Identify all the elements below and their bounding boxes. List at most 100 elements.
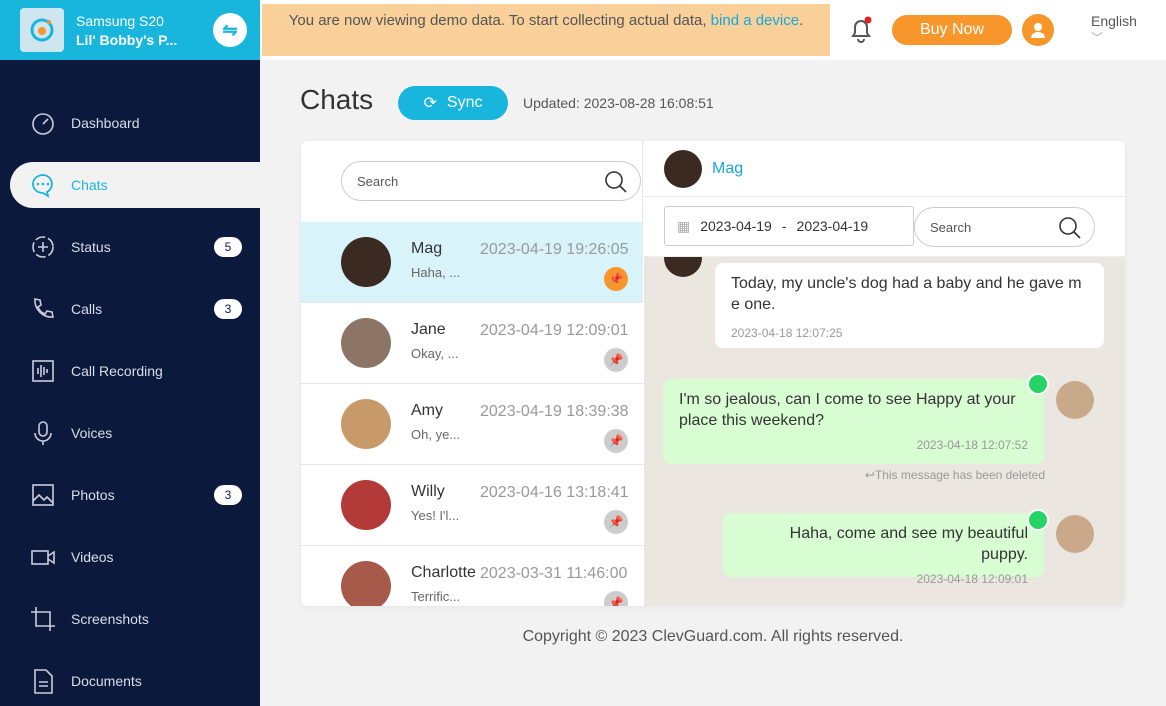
language-select[interactable]: English ﹀ [1091,13,1137,46]
sidebar-item-label: Screenshots [71,611,149,627]
sidebar-item-label: Calls [71,301,103,317]
phone-icon [34,298,54,318]
message-search-input[interactable]: Search [914,207,1095,247]
sidebar-item-calls[interactable]: Calls 3 [10,286,260,332]
message-area: Today, my uncle's dog had a baby and he … [644,257,1125,606]
contact-name: Mag [411,240,443,257]
chat-search-input[interactable]: Search [341,161,641,201]
chat-bubble-icon [32,174,53,198]
search-placeholder: Search [930,219,972,235]
chat-list-item[interactable]: Amy Oh, ye... 2023-04-19 18:39:38 📌 [301,384,643,465]
user-avatar [1056,381,1094,419]
footer-copyright: Copyright © 2023 ClevGuard.com. All righ… [522,628,904,645]
microphone-icon [34,421,52,445]
sidebar-item-videos[interactable]: Videos [10,534,260,580]
image-icon [32,484,54,506]
sidebar-item-photos[interactable]: Photos 3 [10,472,260,518]
device-header: Samsung S20 Lil' Bobby's P... ⇋ [0,0,260,60]
sidebar-item-documents[interactable]: Documents [10,658,260,704]
contact-name: Mag [712,159,744,177]
updated-time: Updated: 2023-08-28 16:08:51 [523,95,714,111]
contact-avatar [341,561,391,606]
sidebar-item-label: Documents [71,673,142,689]
count-badge: 3 [214,299,242,319]
message-preview: Okay, ... [411,346,459,361]
gauge-icon [32,113,54,135]
message-time: 2023-04-18 12:07:52 [916,438,1028,452]
pin-icon[interactable]: 📌 [604,429,628,453]
sidebar-item-chats[interactable]: Chats [10,162,260,208]
chat-list-item[interactable]: Charlotte Terrific... 2023-03-31 11:46:00 📌 [301,546,643,606]
chevron-down-icon: ﹀ [1091,31,1104,45]
user-avatar-icon[interactable] [1022,14,1054,46]
search-icon[interactable] [604,170,628,197]
outgoing-message: Haha, come and see my beautiful puppy. 20… [723,513,1044,586]
pin-icon[interactable]: 📌 [604,591,628,606]
sidebar-item-dashboard[interactable]: Dashboard [10,100,260,146]
contact-name: Jane [411,321,446,338]
chat-list: Search Mag Haha, ... 2023-04-19 19:26:05 📌 J… [301,141,643,606]
sidebar-item-label: Chats [71,177,108,193]
user-avatar [1056,515,1094,553]
sidebar-item-voices[interactable]: Voices [10,410,260,456]
contact-avatar [341,399,391,449]
deleted-text: This message has been deleted [874,468,1045,482]
pin-icon[interactable]: 📌 [604,348,628,372]
crop-icon [31,607,55,631]
message-preview: Yes! I'l... [411,508,460,523]
demo-banner: You are now viewing demo data. To start … [262,4,830,56]
sidebar-item-status[interactable]: Status 5 [10,224,260,270]
message-time: 2023-03-31 11:46:00 [480,565,628,582]
waveform-icon [32,360,54,382]
contact-avatar [664,257,702,277]
chat-list-item[interactable]: Jane Okay, ... 2023-04-19 12:09:01 📌 [301,303,643,384]
date-to: 2023-04-19 [796,218,869,234]
chats-panel: Search Mag Haha, ... 2023-04-19 19:26:05 📌 J… [301,141,1125,606]
chat-view: Mag ▦ 2023-04-19-2023-04-19 Search Today,… [644,141,1125,606]
device-model: Samsung S20 [76,12,164,29]
document-icon [34,669,53,694]
switch-device-icon[interactable]: ⇋ [213,13,247,47]
sync-label: Sync [446,94,483,111]
page-title: Chats [300,84,374,115]
pin-icon[interactable]: 📌 [604,510,628,534]
sidebar-item-screenshots[interactable]: Screenshots [10,596,260,642]
incoming-message: Today, my uncle's dog had a baby and he … [715,263,1104,348]
bell-icon[interactable] [848,16,874,49]
date-range-picker[interactable]: ▦ 2023-04-19-2023-04-19 [664,206,914,246]
message-text: Today, my uncle's dog had a baby and he … [731,275,1082,313]
date-separator: - [781,218,787,234]
outgoing-message: I'm so jealous, can I come to see Happy … [663,379,1044,464]
contact-name: Amy [411,402,443,419]
chat-header: Mag [644,141,1125,197]
sidebar-item-label: Call Recording [71,363,163,379]
contact-name: Charlotte [411,564,476,581]
pin-icon[interactable]: 📌 [604,267,628,291]
status-icon [32,236,54,258]
sidebar-item-label: Dashboard [71,115,140,131]
message-time: 2023-04-18 12:07:25 [731,326,843,340]
bind-device-link[interactable]: bind a device [711,12,799,29]
language-label: English [1091,13,1137,29]
message-text: I'm so jealous, can I come to see Happy … [679,391,1016,429]
sync-button[interactable]: ⟳ Sync [398,86,508,120]
search-icon[interactable] [1058,216,1082,243]
message-text: Haha, come and see my beautiful puppy. [789,525,1028,563]
banner-end: . [799,12,804,29]
sidebar-item-label: Videos [71,549,114,565]
device-user: Lil' Bobby's P... [76,31,178,48]
contact-avatar [341,237,391,287]
message-preview: Haha, ... [411,265,461,280]
contact-avatar [341,318,391,368]
chat-filter: ▦ 2023-04-19-2023-04-19 Search [644,197,1125,257]
video-icon [31,550,55,565]
sidebar: Samsung S20 Lil' Bobby's P... ⇋ Dashboard… [0,0,260,706]
sidebar-item-call-recording[interactable]: Call Recording [10,348,260,394]
chat-list-item[interactable]: Mag Haha, ... 2023-04-19 19:26:05 📌 [301,222,643,303]
contact-name: Willy [411,483,445,500]
chat-list-item[interactable]: Willy Yes! I'l... 2023-04-16 13:18:41 📌 [301,465,643,546]
date-from: 2023-04-19 [700,218,772,234]
banner-text: You are now viewing demo data. To start … [288,12,711,29]
buy-now-button[interactable]: Buy Now [892,15,1012,45]
message-time: 2023-04-16 13:18:41 [480,484,629,501]
